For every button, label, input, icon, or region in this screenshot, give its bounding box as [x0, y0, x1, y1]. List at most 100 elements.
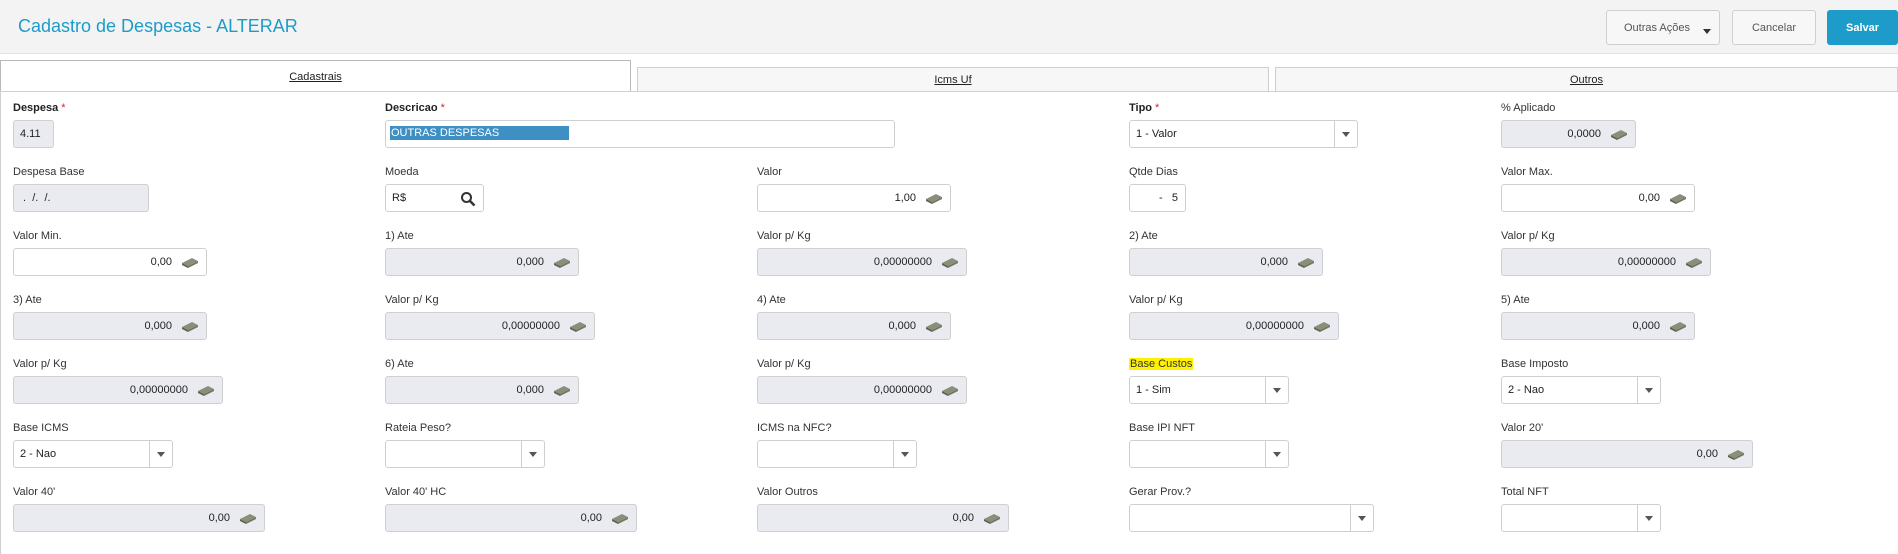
base-custos-select[interactable]: 1 - Sim	[1129, 376, 1289, 404]
base-imposto-select[interactable]: 2 - Nao	[1501, 376, 1661, 404]
calculator-icon[interactable]	[1726, 446, 1746, 462]
vkg4-value: 0,00000000	[1245, 320, 1304, 332]
vkg1-input[interactable]: 0,00000000	[757, 248, 967, 276]
ate1-input[interactable]: 0,000	[385, 248, 579, 276]
calculator-icon[interactable]	[196, 382, 216, 398]
outras-acoes-button[interactable]: Outras Ações	[1606, 10, 1720, 45]
header-bar: Cadastro de Despesas - ALTERAR Outras Aç…	[0, 0, 1898, 54]
ate5-input[interactable]: 0,000	[1501, 312, 1695, 340]
gerar-prov-select[interactable]	[1129, 504, 1374, 532]
cancel-button[interactable]: Cancelar	[1732, 10, 1816, 45]
valor40hc-value: 0,00	[580, 512, 602, 524]
calculator-icon[interactable]	[1609, 126, 1629, 142]
outras-acoes-label: Outras Ações	[1623, 21, 1691, 34]
chevron-down-icon[interactable]	[529, 452, 537, 457]
pct-aplicado-value: 0,0000	[1567, 128, 1601, 140]
valor40-value: 0,00	[208, 512, 230, 524]
vkg5-input[interactable]: 0,00000000	[13, 376, 223, 404]
vkg2-input[interactable]: 0,00000000	[1501, 248, 1711, 276]
tipo-select[interactable]: 1 - Valor	[1129, 120, 1358, 148]
ate4-label: 4) Ate	[757, 294, 786, 306]
qtde-dias-label: Qtde Dias	[1129, 166, 1178, 178]
rateia-peso-select[interactable]	[385, 440, 545, 468]
valor40-input[interactable]: 0,00	[13, 504, 265, 532]
chevron-down-icon[interactable]	[1645, 516, 1653, 521]
tab-icms-uf[interactable]: Icms Uf	[637, 67, 1269, 92]
valor40hc-input[interactable]: 0,00	[385, 504, 637, 532]
tab-outros[interactable]: Outros	[1275, 67, 1898, 92]
calculator-icon[interactable]	[552, 254, 572, 270]
calculator-icon[interactable]	[940, 254, 960, 270]
valor-min-label: Valor Min.	[13, 230, 62, 242]
ate2-value: 0,000	[1260, 256, 1288, 268]
calculator-icon[interactable]	[610, 510, 630, 526]
vkg4-input[interactable]: 0,00000000	[1129, 312, 1339, 340]
valor20-input[interactable]: 0,00	[1501, 440, 1753, 468]
chevron-down-icon[interactable]	[901, 452, 909, 457]
ate3-input[interactable]: 0,000	[13, 312, 207, 340]
despesa-label: Despesa	[13, 102, 59, 114]
qtde-dias-input[interactable]: - 5	[1129, 184, 1186, 212]
ate1-label: 1) Ate	[385, 230, 414, 242]
despesa-input[interactable]: 4.11	[13, 120, 54, 148]
valor-min-input[interactable]: 0,00	[13, 248, 207, 276]
chevron-down-icon[interactable]	[1342, 132, 1350, 137]
pct-aplicado-label: % Aplicado	[1501, 102, 1556, 114]
vkg3-input[interactable]: 0,00000000	[385, 312, 595, 340]
chevron-down-icon[interactable]	[1645, 388, 1653, 393]
base-ipi-select[interactable]	[1129, 440, 1289, 468]
chevron-down-icon[interactable]	[1273, 388, 1281, 393]
icms-nfc-select[interactable]	[757, 440, 917, 468]
calculator-icon[interactable]	[238, 510, 258, 526]
calculator-icon[interactable]	[982, 510, 1002, 526]
calculator-icon[interactable]	[180, 318, 200, 334]
chevron-down-icon[interactable]	[157, 452, 165, 457]
ate6-input[interactable]: 0,000	[385, 376, 579, 404]
vkg6-label: Valor p/ Kg	[757, 358, 811, 370]
vkg2-value: 0,00000000	[1617, 256, 1676, 268]
vkg5-value: 0,00000000	[129, 384, 188, 396]
calculator-icon[interactable]	[924, 190, 944, 206]
calculator-icon[interactable]	[552, 382, 572, 398]
valor-max-value: 0,00	[1638, 192, 1660, 204]
total-nft-select[interactable]	[1501, 504, 1661, 532]
calculator-icon[interactable]	[924, 318, 944, 334]
base-ipi-label: Base IPI NFT	[1129, 422, 1196, 434]
calculator-icon[interactable]	[180, 254, 200, 270]
ate3-label: 3) Ate	[13, 294, 42, 306]
save-button[interactable]: Salvar	[1827, 10, 1898, 45]
calculator-icon[interactable]	[1296, 254, 1316, 270]
base-imposto-label: Base Imposto	[1501, 358, 1569, 370]
vkg1-label: Valor p/ Kg	[757, 230, 811, 242]
vkg6-input[interactable]: 0,00000000	[757, 376, 967, 404]
valor-input[interactable]: 1,00	[757, 184, 951, 212]
vkg3-value: 0,00000000	[501, 320, 560, 332]
calculator-icon[interactable]	[568, 318, 588, 334]
base-custos-value: 1 - Sim	[1136, 384, 1171, 396]
valor-max-input[interactable]: 0,00	[1501, 184, 1695, 212]
valor40-label: Valor 40'	[13, 486, 56, 498]
calculator-icon[interactable]	[940, 382, 960, 398]
ate2-input[interactable]: 0,000	[1129, 248, 1323, 276]
calculator-icon[interactable]	[1684, 254, 1704, 270]
tab-cadastrais[interactable]: Cadastrais	[0, 60, 631, 92]
despesa-base-input[interactable]: . /. /.	[13, 184, 149, 212]
ate4-value: 0,000	[888, 320, 916, 332]
base-icms-select[interactable]: 2 - Nao	[13, 440, 173, 468]
descricao-value: OUTRAS DESPESAS	[390, 126, 570, 140]
gerar-prov-label: Gerar Prov.?	[1129, 486, 1192, 498]
valor-outros-input[interactable]: 0,00	[757, 504, 1009, 532]
chevron-down-icon[interactable]	[1358, 516, 1366, 521]
calculator-icon[interactable]	[1312, 318, 1332, 334]
moeda-input[interactable]: R$	[385, 184, 484, 212]
vkg5-label: Valor p/ Kg	[13, 358, 67, 370]
search-icon[interactable]	[460, 191, 476, 207]
calculator-icon[interactable]	[1668, 190, 1688, 206]
ate4-input[interactable]: 0,000	[757, 312, 951, 340]
pct-aplicado-input[interactable]: 0,0000	[1501, 120, 1636, 148]
ate5-value: 0,000	[1632, 320, 1660, 332]
descricao-input[interactable]: OUTRAS DESPESAS	[385, 120, 895, 148]
calculator-icon[interactable]	[1668, 318, 1688, 334]
vkg4-label: Valor p/ Kg	[1129, 294, 1183, 306]
chevron-down-icon[interactable]	[1273, 452, 1281, 457]
